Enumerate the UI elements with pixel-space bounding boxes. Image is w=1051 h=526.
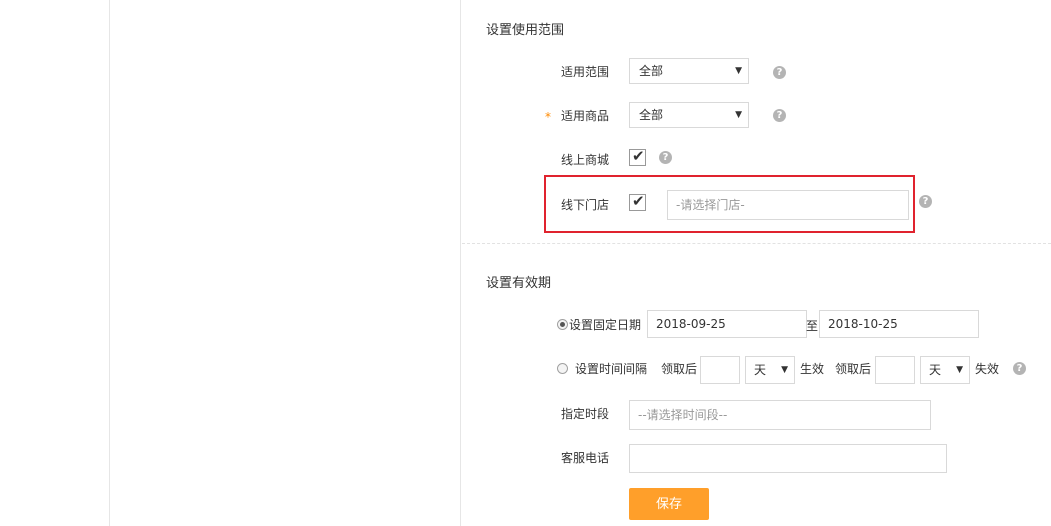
phone-label: 客服电话 <box>561 451 610 465</box>
effective-unit-select[interactable]: 天 ▼ <box>745 356 795 384</box>
scope-select-value: 全部 <box>639 64 664 78</box>
validity-section-title: 设置有效期 <box>486 276 552 291</box>
start-date-input[interactable] <box>647 310 807 338</box>
goods-select[interactable]: 全部 ▼ <box>629 102 749 128</box>
goods-label: 适用商品 <box>561 109 610 123</box>
help-icon[interactable]: ? <box>1013 362 1026 375</box>
chevron-down-icon: ▼ <box>735 110 742 120</box>
left-panel-divider <box>109 0 110 526</box>
fixed-date-label: 设置固定日期 <box>569 318 642 332</box>
effective-days-input[interactable] <box>700 356 740 384</box>
end-date-input[interactable] <box>819 310 979 338</box>
receive-after-label-2: 领取后 <box>835 362 872 376</box>
checkmark-icon: ✔ <box>632 192 645 210</box>
chevron-down-icon: ▼ <box>781 365 788 375</box>
fixed-date-radio[interactable] <box>557 319 568 330</box>
offline-store-checkbox[interactable]: ✔ <box>629 192 646 211</box>
chevron-down-icon: ▼ <box>735 66 742 76</box>
help-icon[interactable]: ? <box>773 109 786 122</box>
store-select-input[interactable] <box>667 190 909 220</box>
help-icon[interactable]: ? <box>919 195 932 208</box>
phone-input[interactable] <box>629 444 947 473</box>
receive-after-label: 领取后 <box>661 362 698 376</box>
help-icon[interactable]: ? <box>773 66 786 79</box>
expire-label: 失效 <box>975 362 1000 376</box>
time-slot-input[interactable] <box>629 400 931 430</box>
checkmark-icon: ✔ <box>632 147 645 165</box>
section-divider <box>462 243 1051 244</box>
expire-unit-select[interactable]: 天 ▼ <box>920 356 970 384</box>
online-mall-checkbox[interactable]: ✔ <box>629 147 646 166</box>
interval-label: 设置时间间隔 <box>575 362 648 376</box>
to-label: 至 <box>806 319 819 333</box>
radio-dot <box>560 322 565 327</box>
chevron-down-icon: ▼ <box>956 365 963 375</box>
effective-label: 生效 <box>800 362 825 376</box>
interval-radio[interactable] <box>557 363 568 374</box>
save-button[interactable]: 保存 <box>629 488 709 520</box>
effective-unit-value: 天 <box>754 363 767 377</box>
help-icon[interactable]: ? <box>659 151 672 164</box>
online-mall-label: 线上商城 <box>561 153 610 167</box>
offline-store-label: 线下门店 <box>561 198 610 212</box>
time-slot-label: 指定时段 <box>561 407 610 421</box>
goods-required-mark: * <box>545 110 551 124</box>
content-divider <box>460 0 461 526</box>
goods-select-value: 全部 <box>639 108 664 122</box>
scope-section-title: 设置使用范围 <box>486 23 565 38</box>
scope-label: 适用范围 <box>561 65 610 79</box>
expire-unit-value: 天 <box>929 363 942 377</box>
scope-select[interactable]: 全部 ▼ <box>629 58 749 84</box>
expire-days-input[interactable] <box>875 356 915 384</box>
